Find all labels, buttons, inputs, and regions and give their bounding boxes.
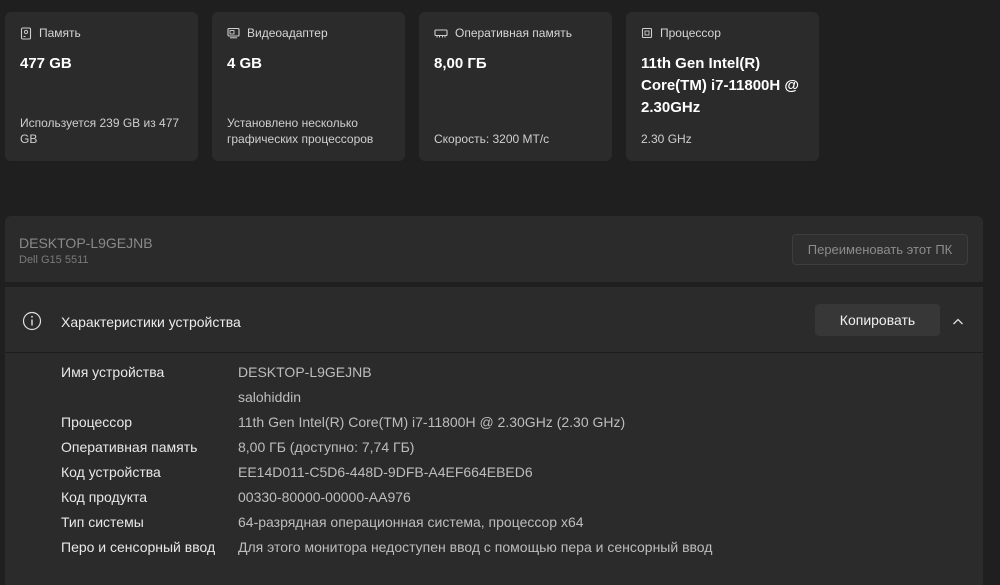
spec-value: 00330-80000-00000-AA976 <box>238 489 411 505</box>
spec-row-device-name: Имя устройства DESKTOP-L9GEJNB <box>61 363 712 388</box>
gpu-card-title: Видеоадаптер <box>247 26 328 40</box>
spec-row-device-id: Код устройства EE14D011-C5D6-448D-9DFB-A… <box>61 463 712 488</box>
spec-value: 64-разрядная операционная система, проце… <box>238 514 584 530</box>
rename-pc-button[interactable]: Переименовать этот ПК <box>792 234 968 265</box>
spec-row-system-type: Тип системы 64-разрядная операционная си… <box>61 513 712 538</box>
spec-row-processor: Процессор 11th Gen Intel(R) Core(TM) i7-… <box>61 413 712 438</box>
spec-row-product-id: Код продукта 00330-80000-00000-AA976 <box>61 488 712 513</box>
storage-card: Память 477 GB Используется 239 GB из 477… <box>5 12 198 161</box>
ram-card: Оперативная память 8,00 ГБ Скорость: 320… <box>419 12 612 161</box>
storage-icon <box>20 26 32 40</box>
processor-card: Процессор 11th Gen Intel(R) Core(TM) i7-… <box>626 12 819 161</box>
ram-icon <box>434 28 448 39</box>
gpu-card: Видеоадаптер 4 GB Установлено несколько … <box>212 12 405 161</box>
spec-value: EE14D011-C5D6-448D-9DFB-A4EF664EBED6 <box>238 464 533 480</box>
spec-row-ram: Оперативная память 8,00 ГБ (доступно: 7,… <box>61 438 712 463</box>
spec-value: 11th Gen Intel(R) Core(TM) i7-11800H @ 2… <box>238 414 626 430</box>
gpu-card-header: Видеоадаптер <box>227 26 391 40</box>
summary-cards: Память 477 GB Используется 239 GB из 477… <box>5 12 819 161</box>
spec-label: Код устройства <box>61 464 161 480</box>
spec-label <box>61 388 238 413</box>
spec-label: Имя устройства <box>61 364 165 380</box>
device-model: Dell G15 5511 <box>19 254 89 266</box>
device-specs-title: Характеристики устройства <box>61 314 241 330</box>
spec-label: Тип системы <box>61 514 144 530</box>
gpu-card-value: 4 GB <box>227 55 263 72</box>
spec-value: salohiddin <box>238 389 302 405</box>
device-specs-header[interactable]: Характеристики устройства Копировать <box>5 287 983 353</box>
storage-card-header: Память <box>20 26 184 40</box>
storage-card-value: 477 GB <box>20 55 72 72</box>
device-name: DESKTOP-L9GEJNB <box>19 235 153 251</box>
spec-row-user: salohiddin <box>61 388 712 413</box>
device-specs-list: Имя устройства DESKTOP-L9GEJNB salohiddi… <box>61 363 712 563</box>
ram-card-footer: Скорость: 3200 MT/с <box>434 132 550 146</box>
spec-label: Код продукта <box>61 489 148 505</box>
spec-label: Процессор <box>61 414 133 430</box>
system-about-page: Память 477 GB Используется 239 GB из 477… <box>0 0 1000 585</box>
processor-card-footer: 2.30 GHz <box>641 132 692 146</box>
spec-row-pen-touch: Перо и сенсорный ввод Для этого монитора… <box>61 538 712 563</box>
processor-card-header: Процессор <box>641 26 805 40</box>
copy-button[interactable]: Копировать <box>815 304 940 336</box>
ram-card-header: Оперативная память <box>434 26 598 40</box>
device-specs-panel: Характеристики устройства Копировать Имя… <box>5 287 983 585</box>
storage-card-title: Память <box>39 26 81 40</box>
ram-card-value: 8,00 ГБ <box>434 55 487 72</box>
spec-value: DESKTOP-L9GEJNB <box>238 364 372 380</box>
spec-value: 8,00 ГБ (доступно: 7,74 ГБ) <box>238 439 415 455</box>
display-adapter-icon <box>227 27 240 39</box>
spec-label: Перо и сенсорный ввод <box>61 539 216 555</box>
processor-card-value: 11th Gen Intel(R) Core(TM) i7-11800H @ 2… <box>641 55 800 116</box>
spec-label: Оперативная память <box>61 439 198 455</box>
chevron-up-icon[interactable] <box>952 314 964 332</box>
storage-card-footer: Используется 239 GB из 477 GB <box>20 116 180 146</box>
device-name-panel: DESKTOP-L9GEJNB Dell G15 5511 Переименов… <box>5 216 983 282</box>
processor-card-title: Процессор <box>660 26 721 40</box>
spec-value: Для этого монитора недоступен ввод с пом… <box>238 539 713 555</box>
processor-icon <box>641 27 653 39</box>
info-icon <box>22 311 42 336</box>
ram-card-title: Оперативная память <box>455 26 572 40</box>
gpu-card-footer: Установлено несколько графических процес… <box>227 116 374 146</box>
